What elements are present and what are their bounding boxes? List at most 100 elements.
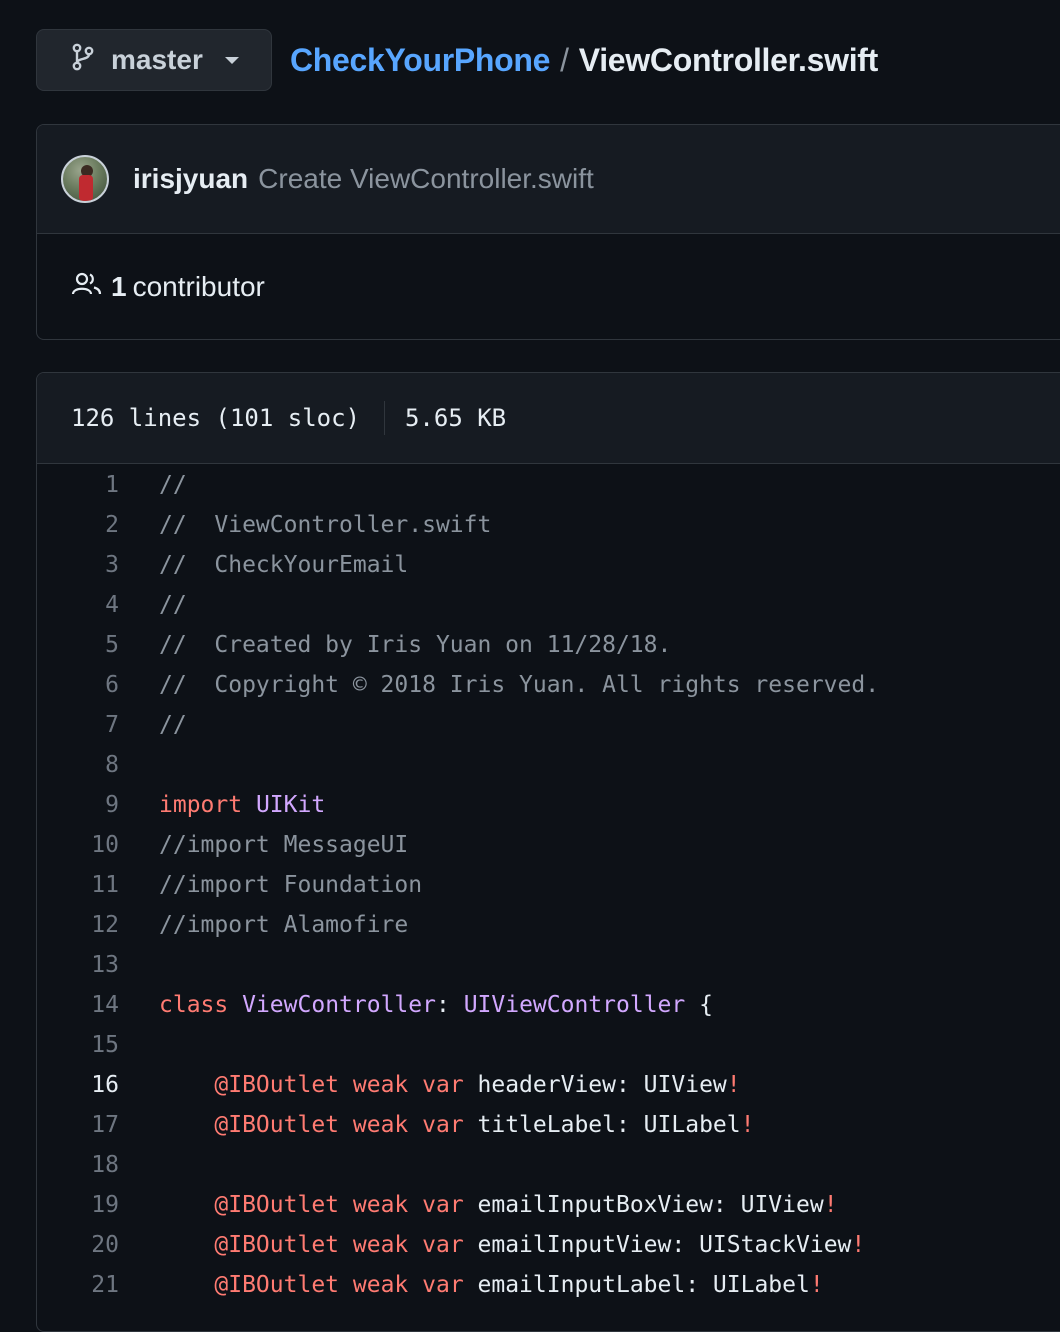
line-number[interactable]: 3 — [37, 552, 119, 578]
line-number[interactable]: 6 — [37, 672, 119, 698]
line-number[interactable]: 14 — [37, 992, 119, 1018]
code-line: 16 @IBOutlet weak var headerView: UIView… — [37, 1065, 1060, 1105]
code-line: 9 import UIKit — [37, 785, 1060, 825]
code-token: emailInputLabel: UILabel — [463, 1272, 810, 1298]
line-code: //import Foundation — [119, 872, 422, 898]
code-line: 10 //import MessageUI — [37, 825, 1060, 865]
line-number[interactable]: 19 — [37, 1192, 119, 1218]
line-number[interactable]: 10 — [37, 832, 119, 858]
avatar[interactable] — [61, 155, 109, 203]
code-token: //import Alamofire — [159, 912, 409, 938]
line-number[interactable]: 18 — [37, 1152, 119, 1178]
contributor-label: contributor — [132, 271, 265, 302]
line-code: import UIKit — [119, 792, 325, 818]
code-line: 17 @IBOutlet weak var titleLabel: UILabe… — [37, 1105, 1060, 1145]
code-token: var — [422, 1072, 464, 1098]
repo-link[interactable]: CheckYourPhone — [290, 42, 550, 78]
line-number[interactable]: 1 — [37, 472, 119, 498]
line-number[interactable]: 2 — [37, 512, 119, 538]
line-number[interactable]: 21 — [37, 1272, 119, 1298]
file-name: ViewController.swift — [578, 41, 879, 78]
line-number[interactable]: 16 — [37, 1072, 119, 1098]
commit-message[interactable]: Create ViewController.swift — [258, 163, 594, 195]
code-token: // Created by Iris Yuan on 11/28/18. — [159, 632, 672, 658]
code-token: { — [685, 992, 713, 1018]
line-number[interactable]: 13 — [37, 952, 119, 978]
code-token: ! — [726, 1072, 741, 1098]
file-info-divider — [383, 401, 385, 435]
latest-commit-box: irisjyuan Create ViewController.swift 1 … — [36, 124, 1060, 340]
breadcrumb-separator: / — [560, 41, 569, 78]
line-code: //import Alamofire — [119, 912, 408, 938]
file-size: 5.65 KB — [404, 404, 507, 432]
file-header-bar: master CheckYourPhone / ViewController.swi… — [36, 28, 878, 92]
contributors-link[interactable]: 1 contributor — [37, 234, 1060, 339]
code-line: 12 //import Alamofire — [37, 905, 1060, 945]
code-token: // CheckYourEmail — [159, 552, 409, 578]
commit-header: irisjyuan Create ViewController.swift — [37, 125, 1060, 234]
code-line: 11 //import Foundation — [37, 865, 1060, 905]
line-number[interactable]: 7 — [37, 712, 119, 738]
line-number[interactable]: 5 — [37, 632, 119, 658]
code-token: @IBOutlet — [214, 1072, 340, 1098]
code-line: 13 — [37, 945, 1060, 985]
code-token: var — [422, 1192, 464, 1218]
code-token: emailInputBoxView: UIView — [463, 1192, 824, 1218]
line-number[interactable]: 20 — [37, 1232, 119, 1258]
line-number[interactable]: 11 — [37, 872, 119, 898]
commit-author[interactable]: irisjyuan — [133, 163, 248, 195]
code-line: 6 // Copyright © 2018 Iris Yuan. All righ… — [37, 665, 1060, 705]
line-number[interactable]: 12 — [37, 912, 119, 938]
code-blob: 1 // 2 // ViewController.swift 3 // CheckYour… — [37, 464, 1060, 1305]
code-token: ViewController — [242, 992, 436, 1018]
line-number[interactable]: 17 — [37, 1112, 119, 1138]
line-number[interactable]: 15 — [37, 1032, 119, 1058]
code-token: //import MessageUI — [159, 832, 409, 858]
code-token: weak — [352, 1112, 409, 1138]
code-line: 21 @IBOutlet weak var emailInputLabel: U… — [37, 1265, 1060, 1305]
code-token: @IBOutlet — [214, 1232, 340, 1258]
code-token: // — [159, 592, 187, 618]
line-code: // — [119, 472, 187, 498]
code-token: ! — [823, 1192, 838, 1218]
file-viewer: 126 lines (101 sloc) 5.65 KB 1 // 2 // View… — [36, 372, 1060, 1332]
code-token: @IBOutlet — [214, 1272, 340, 1298]
code-token: ! — [809, 1272, 824, 1298]
code-line: 19 @IBOutlet weak var emailInputBoxView:… — [37, 1185, 1060, 1225]
code-token: //import Foundation — [159, 872, 423, 898]
git-branch-icon — [71, 43, 95, 78]
code-line: 14 class ViewController: UIViewController… — [37, 985, 1060, 1025]
code-line: 20 @IBOutlet weak var emailInputView: UI… — [37, 1225, 1060, 1265]
code-line: 3 // CheckYourEmail — [37, 545, 1060, 585]
code-token: ! — [740, 1112, 755, 1138]
line-code: // CheckYourEmail — [119, 552, 408, 578]
code-token: var — [422, 1112, 464, 1138]
code-token: headerView: UIView — [463, 1072, 727, 1098]
line-number[interactable]: 4 — [37, 592, 119, 618]
code-token: // — [159, 712, 187, 738]
line-code: @IBOutlet weak var emailInputBoxView: UI… — [119, 1192, 838, 1218]
code-token: @IBOutlet — [214, 1192, 340, 1218]
line-number[interactable]: 9 — [37, 792, 119, 818]
line-number[interactable]: 8 — [37, 752, 119, 778]
branch-select-button[interactable]: master — [36, 29, 272, 91]
breadcrumb: CheckYourPhone / ViewController.swift — [290, 42, 878, 79]
code-token: class — [159, 992, 229, 1018]
code-token: import — [159, 792, 243, 818]
code-token: // — [159, 472, 187, 498]
line-code: // — [119, 712, 187, 738]
line-code: //import MessageUI — [119, 832, 408, 858]
code-token: emailInputView: UIStackView — [463, 1232, 852, 1258]
code-token: // ViewController.swift — [159, 512, 492, 538]
